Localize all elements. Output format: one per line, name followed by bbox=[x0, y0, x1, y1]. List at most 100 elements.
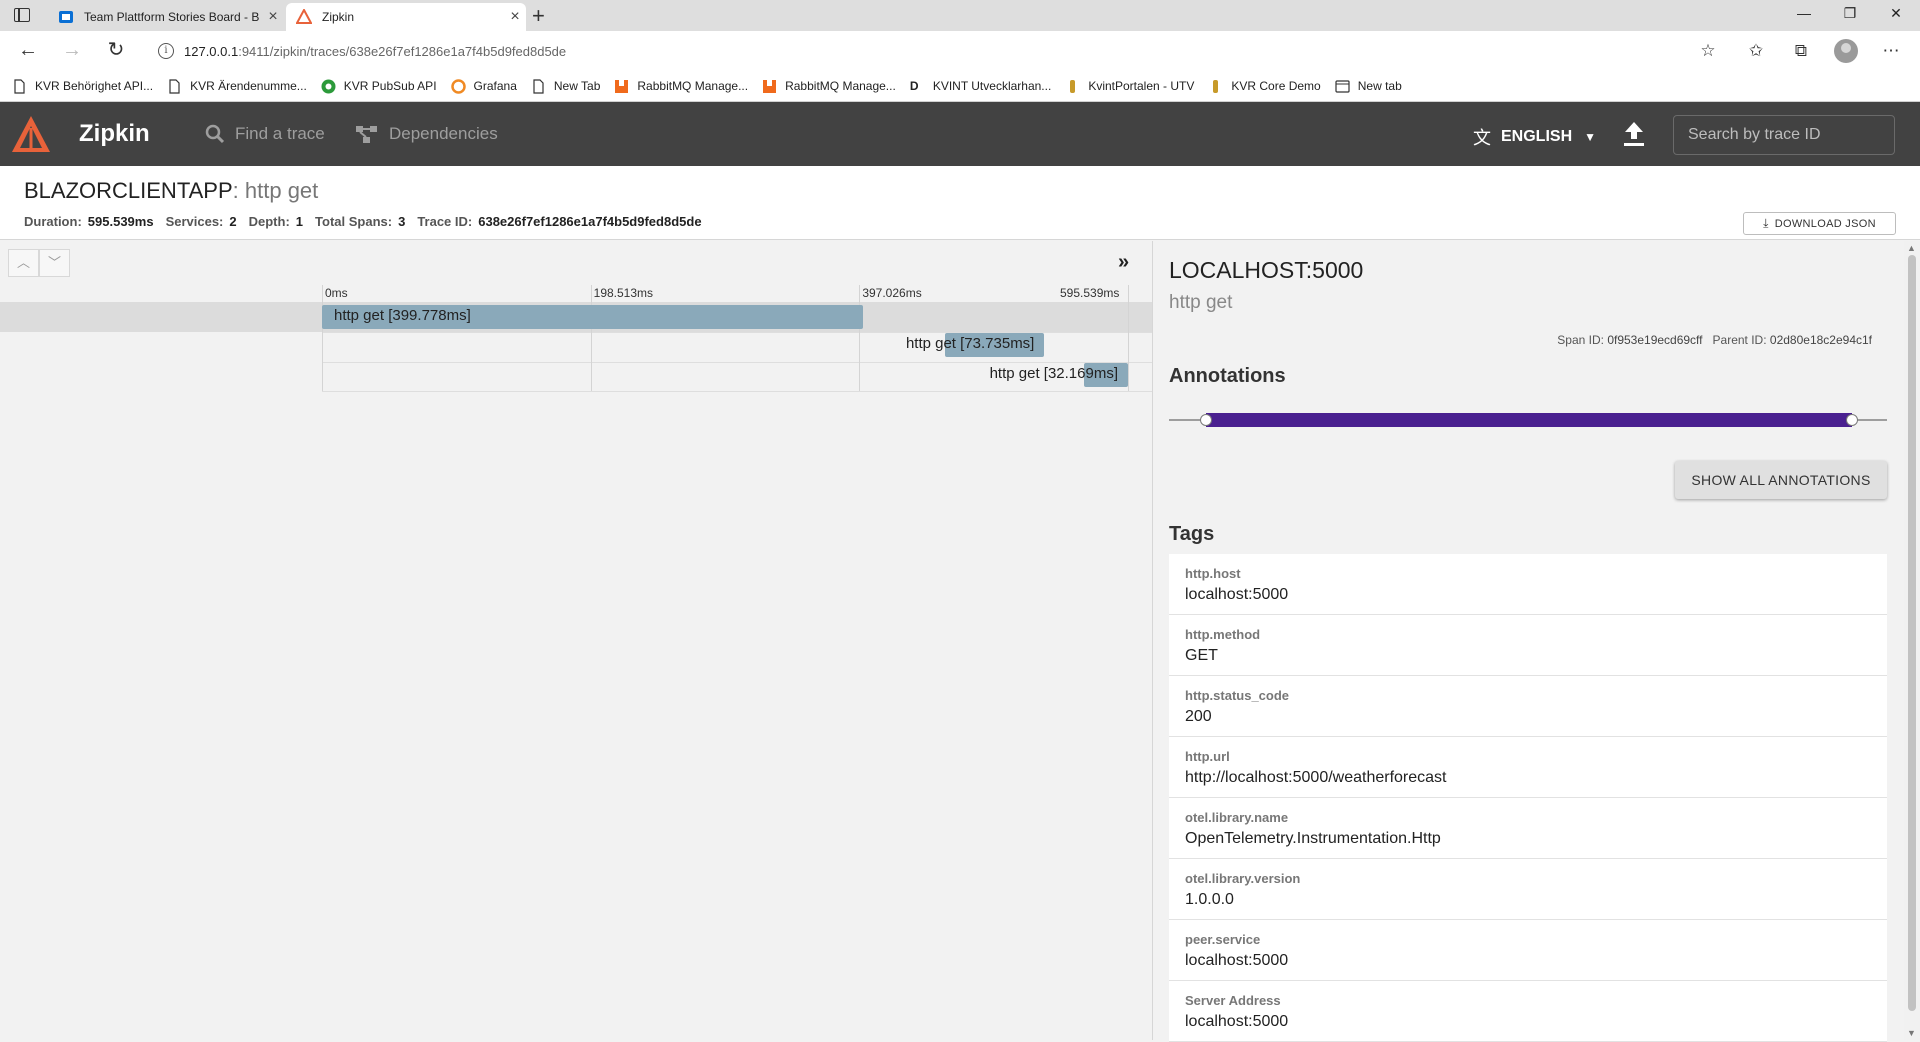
meta-key: Duration: bbox=[24, 214, 82, 229]
language-selector[interactable]: 文 ENGLISH ▼ bbox=[1473, 124, 1596, 150]
annotation-bar[interactable] bbox=[1206, 413, 1852, 427]
tag-value: localhost:5000 bbox=[1185, 586, 1289, 603]
zipkin-header: Zipkin Find a trace Dependencies 文 ENGLI… bbox=[0, 102, 1920, 166]
language-label: ENGLISH bbox=[1501, 128, 1573, 145]
upload-icon[interactable] bbox=[1622, 120, 1646, 148]
bookmark-item[interactable]: New tab bbox=[1335, 79, 1402, 94]
detail-span-name: http get bbox=[1169, 292, 1233, 313]
bookmark-item[interactable]: RabbitMQ Manage... bbox=[614, 79, 748, 94]
collections-icon[interactable]: ⧉ bbox=[1790, 41, 1812, 63]
span-detail-panel: LOCALHOST:5000 http get Span ID: 0f953e1… bbox=[1152, 241, 1904, 1042]
download-icon: ⤓ bbox=[1763, 216, 1769, 230]
add-favorite-icon[interactable]: ☆ bbox=[1697, 41, 1719, 63]
annotation-end-marker[interactable] bbox=[1846, 414, 1858, 426]
tag-key: http.url bbox=[1185, 749, 1230, 764]
bookmark-item[interactable]: KvintPortalen - UTV bbox=[1065, 79, 1194, 94]
detail-service-name: LOCALHOST:5000 bbox=[1169, 257, 1364, 283]
rabbitmq-icon bbox=[615, 79, 629, 93]
parent-id-value: 02d80e18c2e94c1f bbox=[1769, 333, 1872, 347]
azure-devops-icon bbox=[59, 11, 73, 23]
tag-value: http://localhost:5000/weatherforecast bbox=[1185, 769, 1447, 786]
bookmark-item[interactable]: Grafana bbox=[450, 78, 517, 94]
bookmark-label: KvintPortalen - UTV bbox=[1088, 79, 1195, 93]
depth-value: 1 bbox=[295, 214, 304, 229]
bookmark-item[interactable]: KVR PubSub API bbox=[321, 79, 437, 94]
browser-tab-stories-board[interactable]: Team Plattform Stories Board - B × bbox=[48, 3, 284, 31]
trace-timeline: ︿ ﹀ » 0ms 198.513ms 397.026ms 595.539ms … bbox=[0, 241, 1152, 1040]
tags-table: http.host localhost:5000 http.method GET h… bbox=[1169, 554, 1887, 1042]
download-json-label: DOWNLOAD JSON bbox=[1774, 217, 1876, 230]
bookmark-label: RabbitMQ Manage... bbox=[785, 79, 896, 93]
newtab-icon bbox=[1335, 79, 1350, 93]
previous-span-icon[interactable]: ︿ bbox=[8, 249, 39, 277]
page-title: BLAZORCLIENTAPP: http get bbox=[24, 178, 318, 204]
bookmark-item[interactable]: D KVINT Utvecklarhan... bbox=[910, 79, 1052, 94]
show-all-annotations-button[interactable]: SHOW ALL ANNOTATIONS bbox=[1675, 461, 1887, 499]
trace-id-search-input[interactable] bbox=[1673, 115, 1895, 155]
zipkin-logo-icon[interactable] bbox=[10, 114, 52, 156]
tags-heading: Tags bbox=[1169, 523, 1215, 545]
forward-icon[interactable]: → bbox=[60, 39, 84, 63]
span-label[interactable]: http get [399.778ms] bbox=[334, 307, 471, 324]
detail-scrollbar[interactable]: ▲ ▼ bbox=[1904, 241, 1920, 1040]
browser-toolbar: ← → ↻ i 127.0.0.1:9411/zipkin/traces/638… bbox=[0, 31, 1920, 71]
tab-actions-icon[interactable] bbox=[14, 8, 30, 22]
next-span-icon[interactable]: ﹀ bbox=[39, 249, 70, 277]
close-window-icon[interactable]: ✕ bbox=[1884, 5, 1908, 22]
scroll-thumb[interactable] bbox=[1908, 255, 1916, 1011]
browser-tabstrip: Team Plattform Stories Board - B × Zipki… bbox=[0, 0, 1920, 31]
browser-tab-zipkin[interactable]: Zipkin × bbox=[286, 3, 526, 31]
profile-avatar[interactable] bbox=[1834, 39, 1858, 63]
bookmark-item[interactable]: KVR Core Demo bbox=[1208, 79, 1321, 94]
trace-service-name: BLAZORCLIENTAPP bbox=[24, 178, 233, 203]
tick-label: 198.513ms bbox=[593, 286, 654, 300]
span-id-label: Span ID: bbox=[1557, 333, 1604, 347]
tag-row: peer.service localhost:5000 bbox=[1169, 920, 1887, 981]
tag-key: Server Address bbox=[1185, 993, 1281, 1008]
tick-line bbox=[590, 285, 592, 391]
tag-row: http.url http://localhost:5000/weatherfor… bbox=[1169, 737, 1887, 798]
duration-value: 595.539ms bbox=[87, 214, 154, 229]
tag-value: 1.0.0.0 bbox=[1185, 891, 1234, 908]
favorites-icon[interactable]: ✩ bbox=[1745, 41, 1767, 63]
tag-row: Server Address localhost:5000 bbox=[1169, 981, 1887, 1042]
refresh-icon[interactable]: ↻ bbox=[104, 39, 128, 63]
site-info-icon[interactable]: i bbox=[158, 43, 174, 59]
bookmark-item[interactable]: KVR Behörighet API... bbox=[12, 78, 153, 94]
address-field[interactable]: i 127.0.0.1:9411/zipkin/traces/638e26f7e… bbox=[144, 37, 1704, 65]
bookmark-item[interactable]: New Tab bbox=[531, 78, 600, 94]
services-value: 2 bbox=[229, 214, 237, 229]
dependencies-link[interactable]: Dependencies bbox=[355, 124, 498, 144]
bookmark-label: KVINT Utvecklarhan... bbox=[932, 79, 1052, 93]
tab-close-icon[interactable]: × bbox=[262, 8, 284, 26]
new-tab-button[interactable]: + bbox=[532, 3, 545, 29]
scroll-down-icon[interactable]: ▼ bbox=[1907, 1028, 1916, 1038]
back-icon[interactable]: ← bbox=[16, 39, 40, 63]
app-name[interactable]: Zipkin bbox=[79, 120, 150, 148]
download-json-button[interactable]: ⤓ DOWNLOAD JSON bbox=[1743, 212, 1896, 235]
bookmark-item[interactable]: RabbitMQ Manage... bbox=[762, 79, 896, 94]
span-label[interactable]: http get [32.169ms] bbox=[990, 365, 1118, 382]
tab-close-icon[interactable]: × bbox=[504, 8, 526, 26]
tag-value: localhost:5000 bbox=[1185, 952, 1289, 969]
bookmark-item[interactable]: KVR Ärendenumme... bbox=[167, 78, 307, 94]
find-trace-link[interactable]: Find a trace bbox=[205, 124, 325, 144]
trace-meta: Duration: 595.539ms Services: 2 Depth: 1 To… bbox=[24, 214, 714, 229]
tag-key: peer.service bbox=[1185, 932, 1261, 947]
tag-key: http.status_code bbox=[1185, 688, 1290, 703]
page-icon bbox=[14, 78, 25, 94]
bookmark-label: New tab bbox=[1357, 79, 1402, 93]
annotation-start-marker[interactable] bbox=[1200, 414, 1212, 426]
expand-detail-icon[interactable]: » bbox=[1118, 251, 1129, 274]
kvint-icon bbox=[1070, 79, 1076, 93]
total-spans-value: 3 bbox=[398, 214, 406, 229]
dependencies-label: Dependencies bbox=[389, 124, 498, 143]
zipkin-favicon-icon bbox=[296, 9, 312, 24]
restore-icon[interactable]: ❐ bbox=[1838, 5, 1862, 22]
span-label[interactable]: http get [73.735ms] bbox=[906, 335, 1034, 352]
tick-label: 595.539ms bbox=[1060, 286, 1120, 300]
scroll-up-icon[interactable]: ▲ bbox=[1907, 243, 1916, 253]
meta-key: Total Spans: bbox=[315, 214, 393, 229]
more-menu-icon[interactable]: ⋯ bbox=[1880, 41, 1902, 63]
minimize-icon[interactable]: — bbox=[1792, 5, 1816, 21]
